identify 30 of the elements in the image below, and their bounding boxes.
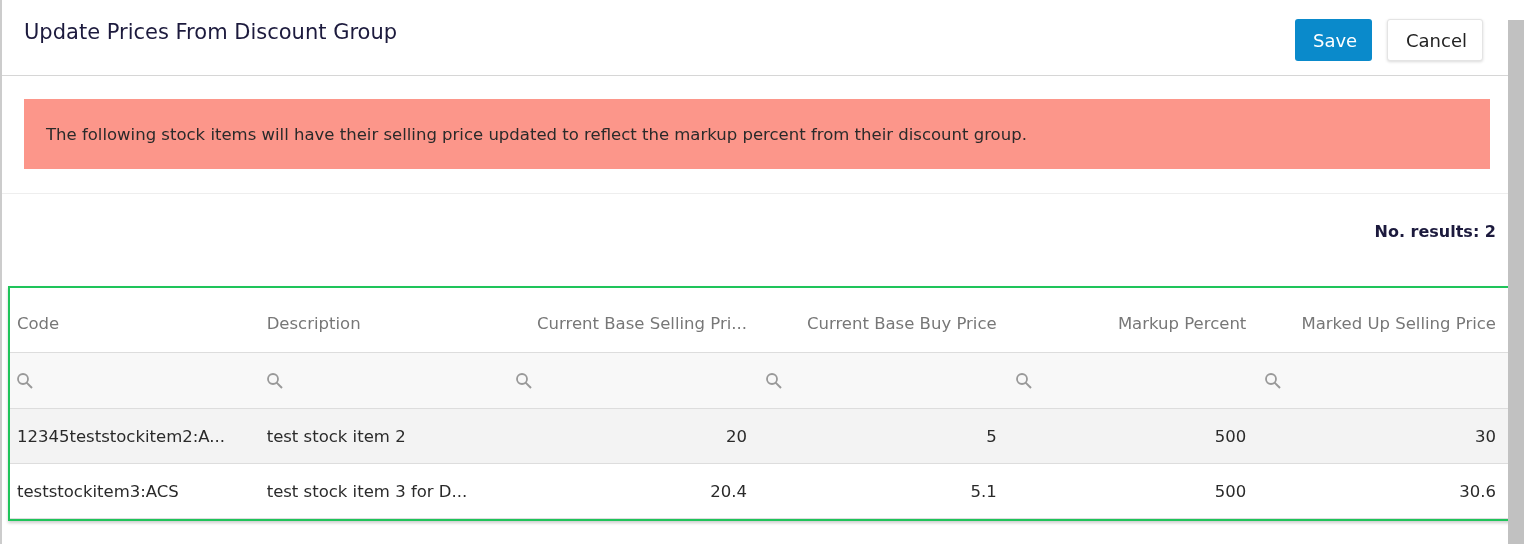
table-cell-text: 12345teststockitem2:A... xyxy=(16,426,227,446)
table-cell-text: teststockitem3:ACS xyxy=(16,481,180,501)
column-header[interactable]: Code xyxy=(10,314,260,333)
table-cell-text: test stock item 2 xyxy=(265,426,407,446)
search-icon[interactable] xyxy=(515,371,534,390)
table-cell-text: 20 xyxy=(725,426,748,446)
search-icon[interactable] xyxy=(1014,371,1033,390)
cancel-button[interactable]: Cancel xyxy=(1387,19,1483,61)
column-header[interactable]: Current Base Buy Price xyxy=(759,314,1009,333)
column-header[interactable]: Description xyxy=(259,314,510,333)
column-header[interactable]: Marked Up Selling Price xyxy=(1258,314,1508,333)
table-cell-text: 20.4 xyxy=(709,481,748,501)
search-icon[interactable] xyxy=(765,371,783,390)
search-icon[interactable] xyxy=(1264,371,1283,390)
table-cell-text: 5 xyxy=(985,426,998,446)
search-icon[interactable] xyxy=(16,371,34,390)
table-cell-text: 30.6 xyxy=(1458,481,1497,501)
table-cell-text: test stock item 3 for D... xyxy=(265,481,469,501)
save-button[interactable]: Save xyxy=(1295,19,1372,61)
table-cell-text: 500 xyxy=(1213,426,1248,446)
search-icon[interactable] xyxy=(265,371,284,390)
table-cell-text: 500 xyxy=(1213,481,1248,501)
column-header[interactable]: Markup Percent xyxy=(1008,314,1259,333)
banner-message: The following stock items will have their selling price updated to reflect the markup percent from their discount group. xyxy=(46,124,1027,144)
column-header[interactable]: Current Base Selling Pri... xyxy=(509,314,759,333)
scrollbar[interactable] xyxy=(1508,20,1524,544)
table-cell-text: 5.1 xyxy=(969,481,998,501)
dialog-title: Update Prices From Discount Group xyxy=(24,20,398,44)
table-cell-text: 30 xyxy=(1474,426,1497,446)
results-count: No. results: 2 xyxy=(1374,222,1496,243)
